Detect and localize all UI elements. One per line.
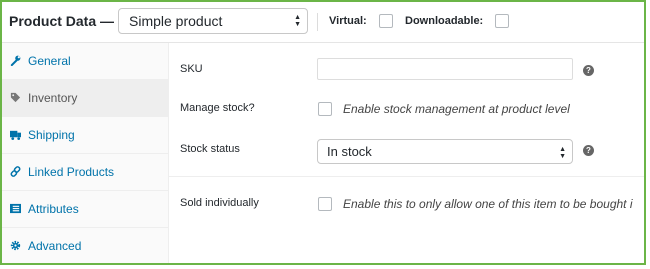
- help-icon[interactable]: ?: [583, 65, 594, 76]
- stock-status-value: In stock: [327, 144, 372, 159]
- tab-label: Linked Products: [28, 165, 115, 179]
- tab-shipping[interactable]: Shipping: [2, 117, 168, 154]
- manage-stock-checkbox[interactable]: [318, 102, 332, 116]
- panel-header: Product Data — Simple product ▲ ▼ Virtual…: [2, 2, 644, 43]
- downloadable-label: Downloadable:: [405, 15, 484, 27]
- sku-label: SKU: [180, 63, 203, 75]
- select-arrows-icon: ▲ ▼: [559, 146, 566, 160]
- select-arrows-icon: ▲ ▼: [294, 14, 301, 28]
- manage-stock-description: Enable stock management at product level: [343, 102, 570, 116]
- sku-input[interactable]: [317, 58, 573, 80]
- wrench-icon: [10, 55, 21, 66]
- product-type-select[interactable]: Simple product ▲ ▼: [118, 8, 308, 34]
- stock-status-select[interactable]: In stock ▲ ▼: [317, 139, 573, 164]
- tab-linked-products[interactable]: Linked Products: [2, 154, 168, 191]
- tab-general[interactable]: General: [2, 43, 168, 80]
- tab-label: Advanced: [28, 239, 82, 253]
- product-type-value: Simple product: [129, 13, 223, 29]
- sold-individually-description: Enable this to only allow one of this it…: [343, 197, 633, 211]
- tab-advanced[interactable]: Advanced: [2, 228, 168, 263]
- section-divider: [169, 176, 644, 177]
- downloadable-checkbox[interactable]: [495, 14, 509, 28]
- gear-icon: [10, 240, 21, 251]
- tab-attributes[interactable]: Attributes: [2, 191, 168, 228]
- manage-stock-label: Manage stock?: [180, 102, 255, 114]
- link-icon: [10, 166, 21, 177]
- virtual-checkbox[interactable]: [379, 14, 393, 28]
- header-divider: [317, 13, 318, 31]
- tab-label: General: [28, 54, 71, 68]
- truck-icon: [10, 130, 21, 140]
- tab-label: Shipping: [28, 128, 75, 142]
- panel-title: Product Data —: [9, 13, 115, 29]
- virtual-label: Virtual:: [329, 15, 367, 27]
- product-data-panel: Product Data — Simple product ▲ ▼ Virtual…: [0, 0, 646, 265]
- tab-inventory[interactable]: Inventory: [2, 80, 168, 117]
- tab-label: Inventory: [28, 91, 78, 105]
- sold-individually-checkbox[interactable]: [318, 197, 332, 211]
- tab-label: Attributes: [28, 202, 79, 216]
- tag-icon: [10, 92, 21, 103]
- product-data-tabs: General Inventory Shipping Linked Produc…: [2, 43, 169, 263]
- help-icon[interactable]: ?: [583, 145, 594, 156]
- list-icon: [10, 203, 21, 214]
- sold-individually-label: Sold individually: [180, 197, 259, 209]
- stock-status-label: Stock status: [180, 143, 240, 155]
